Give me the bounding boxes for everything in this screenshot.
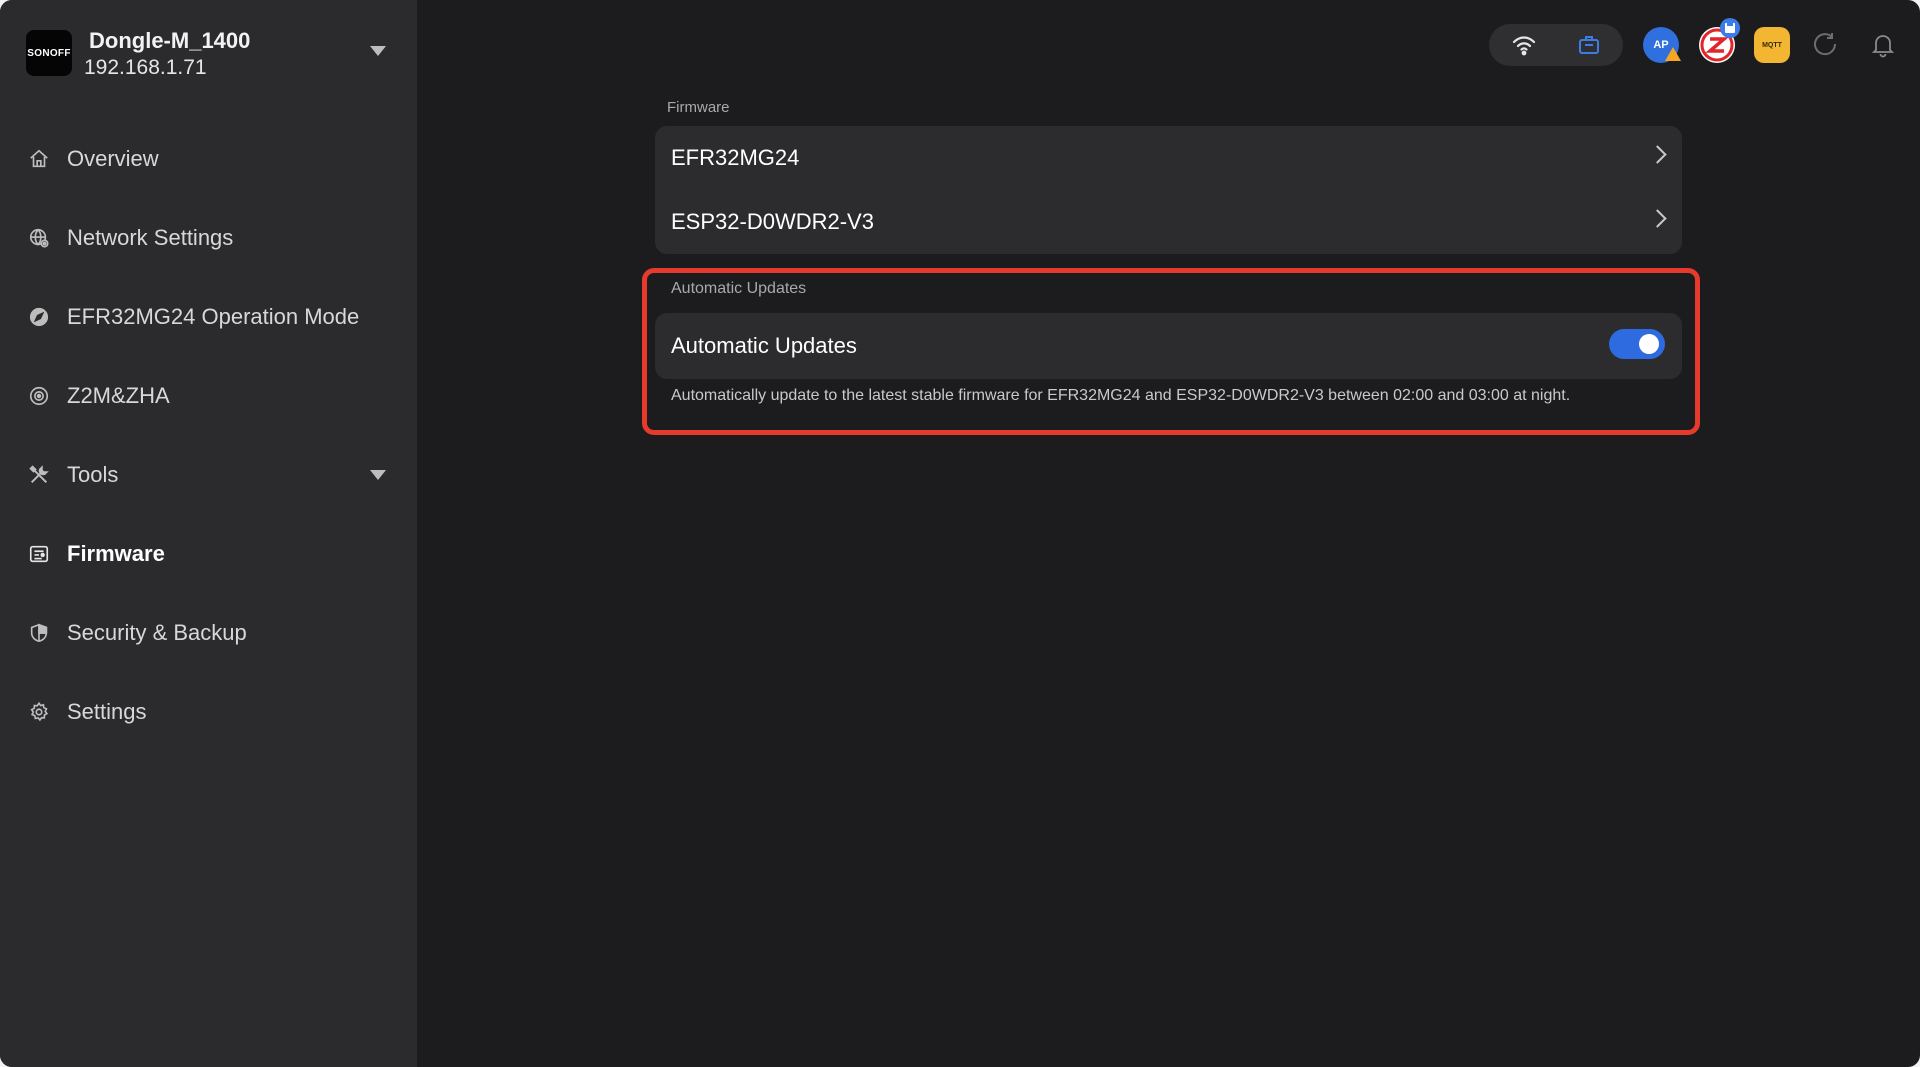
wifi-icon[interactable] bbox=[1511, 33, 1537, 62]
firmware-list: EFR32MG24 ESP32-D0WDR2-V3 bbox=[655, 126, 1682, 254]
auto-updates-description: Automatically update to the latest stabl… bbox=[671, 387, 1571, 404]
sidebar-item-network-settings[interactable]: Network Settings bbox=[0, 211, 417, 265]
sidebar-item-firmware[interactable]: Firmware bbox=[0, 527, 417, 581]
sidebar-item-security-backup[interactable]: Security & Backup bbox=[0, 606, 417, 660]
sidebar-item-label: Network Settings bbox=[67, 225, 234, 250]
sidebar-item-label: Security & Backup bbox=[67, 620, 247, 645]
chevron-right-icon bbox=[1648, 145, 1667, 164]
firmware-row-label: ESP32-D0WDR2-V3 bbox=[671, 209, 874, 234]
app-window: SONOFF Dongle-M_1400 192.168.1.71 Overvi… bbox=[0, 0, 1920, 1067]
caret-down-icon[interactable] bbox=[370, 470, 386, 480]
toggle-knob bbox=[1639, 334, 1659, 354]
sidebar-item-label: Tools bbox=[67, 462, 119, 487]
warning-icon bbox=[1665, 47, 1681, 61]
sidebar-item-z2m-zha[interactable]: Z2M&ZHA bbox=[0, 369, 417, 423]
shield-icon bbox=[27, 621, 51, 645]
firmware-row-efr32mg24[interactable]: EFR32MG24 bbox=[655, 126, 1682, 190]
auto-updates-section-label: Automatic Updates bbox=[671, 280, 807, 297]
sidebar-item-label: Z2M&ZHA bbox=[67, 383, 170, 408]
target-icon bbox=[27, 384, 51, 408]
device-name: Dongle-M_1400 bbox=[89, 28, 251, 53]
auto-updates-row: Automatic Updates bbox=[655, 313, 1682, 379]
gear-icon bbox=[27, 700, 51, 724]
device-ip: 192.168.1.71 bbox=[84, 56, 207, 79]
tools-icon bbox=[27, 463, 51, 487]
sonoff-logo: SONOFF bbox=[26, 30, 72, 76]
device-selector[interactable]: SONOFF Dongle-M_1400 192.168.1.71 bbox=[26, 28, 396, 88]
sidebar-item-label: Settings bbox=[67, 699, 147, 724]
compass-icon bbox=[27, 305, 51, 329]
sidebar-item-label: EFR32MG24 Operation Mode bbox=[67, 304, 360, 329]
connection-status-pill[interactable] bbox=[1489, 24, 1623, 66]
caret-down-icon[interactable] bbox=[370, 46, 386, 56]
sidebar-item-label: Firmware bbox=[67, 541, 165, 566]
auto-updates-toggle[interactable] bbox=[1609, 329, 1665, 359]
home-icon bbox=[27, 147, 51, 171]
firmware-section-label: Firmware bbox=[667, 99, 730, 116]
save-badge-icon bbox=[1720, 18, 1740, 38]
network-globe-icon bbox=[27, 226, 51, 250]
firmware-row-esp32[interactable]: ESP32-D0WDR2-V3 bbox=[655, 190, 1682, 254]
auto-updates-label: Automatic Updates bbox=[671, 333, 857, 358]
sidebar-item-label: Overview bbox=[67, 146, 159, 171]
chevron-right-icon bbox=[1648, 209, 1667, 228]
sidebar-item-settings[interactable]: Settings bbox=[0, 685, 417, 739]
firmware-icon bbox=[27, 542, 51, 566]
mqtt-icon[interactable]: MQTT bbox=[1754, 27, 1790, 63]
firmware-row-label: EFR32MG24 bbox=[671, 145, 800, 170]
ethernet-icon[interactable] bbox=[1577, 33, 1601, 62]
sidebar-item-overview[interactable]: Overview bbox=[0, 132, 417, 186]
bell-icon[interactable] bbox=[1865, 27, 1901, 63]
sidebar-item-operation-mode[interactable]: EFR32MG24 Operation Mode bbox=[0, 290, 417, 344]
reload-icon[interactable] bbox=[1809, 27, 1845, 63]
sidebar: SONOFF Dongle-M_1400 192.168.1.71 Overvi… bbox=[0, 0, 417, 1067]
sidebar-item-tools[interactable]: Tools bbox=[0, 448, 417, 502]
